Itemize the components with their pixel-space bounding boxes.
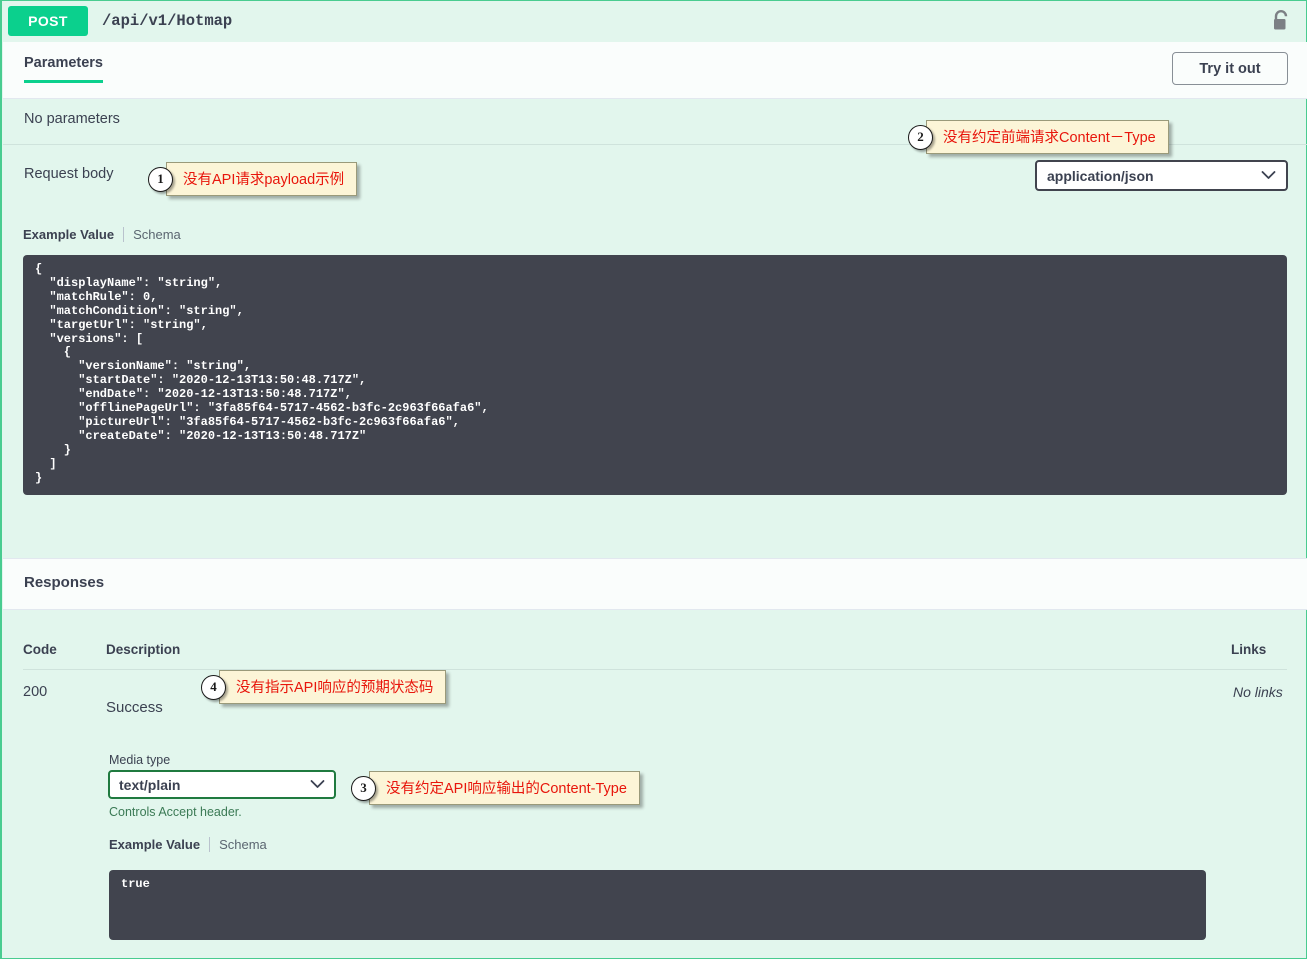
- annotation-callout-2: 2 没有约定前端请求Content－Type: [908, 120, 1169, 154]
- annotation-callout-3: 3 没有约定API响应输出的Content-Type: [351, 771, 640, 805]
- annotation-number: 2: [908, 124, 933, 150]
- responses-section-header: Responses: [3, 558, 1307, 610]
- chevron-down-icon: [310, 776, 325, 794]
- column-header-description: Description: [106, 642, 181, 657]
- operation-summary[interactable]: POST /api/v1/Hotmap: [2, 1, 1307, 41]
- request-example-code: { "displayName": "string", "matchRule": …: [35, 262, 489, 485]
- column-header-code: Code: [23, 642, 57, 657]
- no-parameters-label: No parameters: [24, 111, 120, 127]
- annotation-text: 没有指示API响应的预期状态码: [219, 670, 447, 704]
- responses-title: Responses: [24, 574, 105, 591]
- operation-path: /api/v1/Hotmap: [102, 12, 233, 30]
- try-it-out-button[interactable]: Try it out: [1172, 52, 1288, 85]
- annotation-callout-4: 4 没有指示API响应的预期状态码: [201, 670, 447, 704]
- tab-schema[interactable]: Schema: [210, 837, 267, 852]
- response-description: Success: [106, 699, 163, 716]
- media-type-value: text/plain: [119, 776, 181, 793]
- unlocked-padlock-icon[interactable]: [1271, 10, 1291, 32]
- http-method-badge: POST: [8, 6, 88, 36]
- controls-accept-hint: Controls Accept header.: [109, 805, 242, 819]
- responses-table-header: Code Description Links: [23, 642, 1287, 657]
- annotation-callout-1: 1 没有API请求payload示例: [148, 162, 358, 196]
- annotation-number: 4: [201, 674, 226, 700]
- request-example-tabs: Example Value Schema: [23, 227, 181, 242]
- annotation-text: 没有约定API响应输出的Content-Type: [369, 771, 640, 805]
- response-code: 200: [23, 684, 48, 700]
- tab-example-value[interactable]: Example Value: [109, 837, 209, 852]
- operation-block: POST /api/v1/Hotmap Parameters Try it ou…: [0, 0, 1307, 959]
- media-type-label: Media type: [109, 753, 171, 767]
- response-example-code: true: [121, 877, 150, 891]
- annotation-number: 3: [351, 775, 376, 801]
- response-example-tabs: Example Value Schema: [109, 837, 267, 852]
- tab-example-value[interactable]: Example Value: [23, 227, 123, 242]
- parameters-section-header: Parameters Try it out: [3, 42, 1307, 99]
- annotation-text: 没有约定前端请求Content－Type: [926, 120, 1169, 154]
- request-content-type-select[interactable]: application/json: [1035, 160, 1288, 191]
- request-content-type-value: application/json: [1047, 167, 1154, 184]
- request-example-code-block[interactable]: { "displayName": "string", "matchRule": …: [23, 255, 1287, 495]
- response-links: No links: [1233, 684, 1283, 700]
- annotation-text: 没有API请求payload示例: [166, 162, 358, 196]
- media-type-select[interactable]: text/plain: [108, 770, 336, 799]
- annotation-number: 1: [148, 166, 173, 192]
- column-header-links: Links: [1231, 642, 1267, 657]
- tab-parameters[interactable]: Parameters: [24, 55, 103, 83]
- tab-schema[interactable]: Schema: [124, 227, 181, 242]
- request-body-label: Request body: [24, 166, 114, 182]
- response-example-code-block[interactable]: true: [109, 870, 1206, 940]
- chevron-down-icon: [1261, 167, 1276, 185]
